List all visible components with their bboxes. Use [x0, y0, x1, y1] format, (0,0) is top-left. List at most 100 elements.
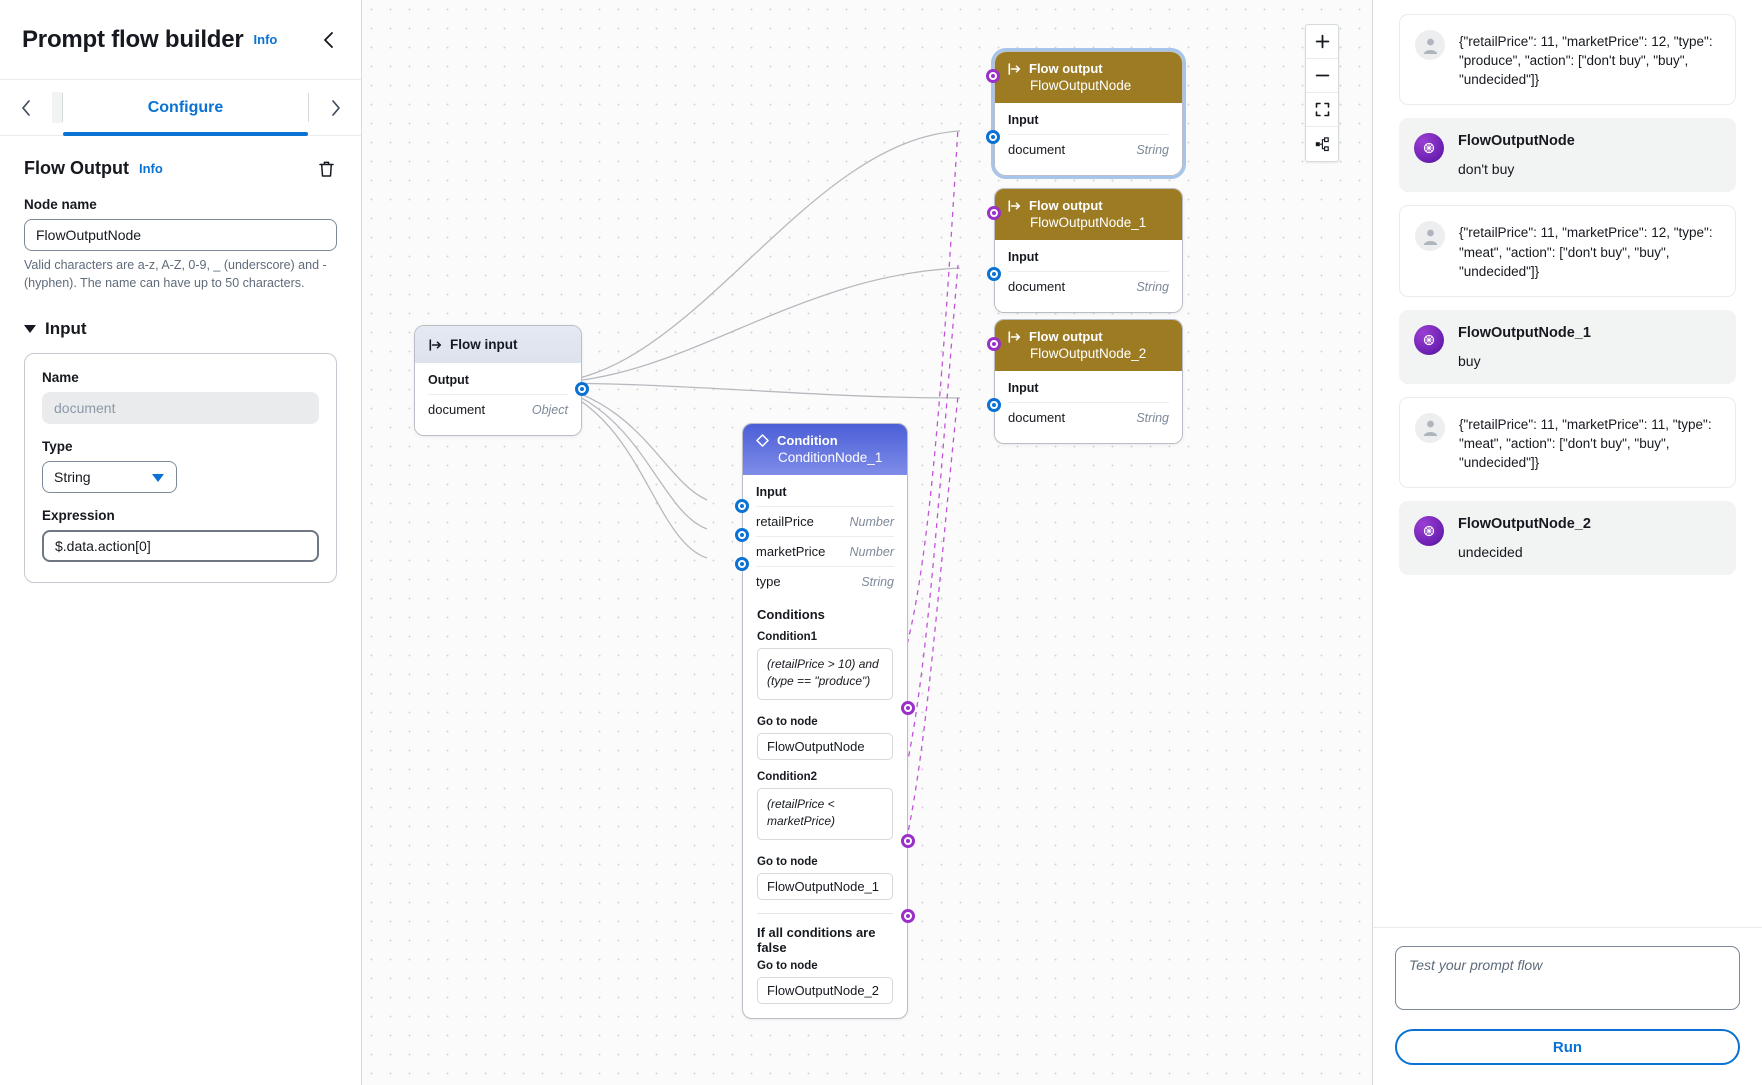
collapse-panel-icon[interactable]	[315, 27, 341, 53]
tab-configure[interactable]: Configure	[63, 80, 308, 136]
flow-output-0-port-type: String	[1136, 142, 1169, 157]
condition-port-type[interactable]	[735, 557, 749, 571]
condition-input-type-0: Number	[849, 514, 894, 529]
node-flow-output-0[interactable]: Flow output FlowOutputNode Input documen…	[986, 48, 1186, 179]
zoom-in-icon[interactable]	[1306, 25, 1338, 59]
flow-output-0-port-row: document String	[1008, 134, 1169, 164]
flow-output-2-input-port[interactable]	[987, 398, 1001, 412]
tabs-next-icon[interactable]	[309, 80, 361, 135]
trash-icon[interactable]	[315, 158, 337, 180]
page-title: Prompt flow builder	[22, 25, 244, 53]
flow-output-2-port-name: document	[1008, 410, 1066, 425]
canvas-toolbar	[1305, 24, 1339, 162]
flow-output-1-input-port[interactable]	[987, 267, 1001, 281]
condition2-label: Condition2	[757, 771, 818, 783]
conditions-title: Conditions	[757, 607, 825, 622]
condition-fallback-output-port[interactable]	[901, 909, 915, 923]
node-flow-output-2[interactable]: Flow output FlowOutputNode_2 Input docum…	[987, 319, 1183, 444]
flow-output-icon	[1008, 62, 1021, 75]
input-type-label: Type	[42, 438, 73, 454]
condition-input-row-1: marketPrice Number	[756, 536, 894, 566]
condition-input-name-1: marketPrice	[756, 544, 826, 559]
chat-bot-block: FlowOutputNode_2 undecided	[1458, 516, 1591, 560]
test-panel-footer: Run	[1373, 927, 1762, 1085]
flow-output-2-input-label: Input	[1008, 381, 1039, 395]
flow-output-0-kind: Flow output	[1029, 61, 1103, 76]
chat-bot-node-name: FlowOutputNode_2	[1458, 516, 1591, 533]
condition2-goto-input[interactable]	[757, 873, 893, 900]
flow-output-1-port-name: document	[1008, 279, 1066, 294]
condition-fallback-goto-input[interactable]	[757, 977, 893, 1004]
condition-name: ConditionNode_1	[778, 450, 883, 465]
condition2-output-port[interactable]	[901, 834, 915, 848]
chat-message-text: {"retailPrice": 11, "marketPrice": 12, "…	[1459, 34, 1713, 88]
flow-output-1-port-row: document String	[1008, 271, 1169, 301]
select-chevron-down-icon	[152, 473, 164, 482]
zoom-out-icon[interactable]	[1306, 59, 1338, 93]
section-title: Flow Output	[24, 158, 129, 178]
user-avatar-icon	[1415, 412, 1445, 443]
condition-fallback-label: If all conditions are false	[757, 925, 876, 955]
chat-message-bot-3: FlowOutputNode_1 buy	[1399, 309, 1736, 384]
chat-bot-block: FlowOutputNode_1 buy	[1458, 325, 1591, 369]
condition1-goto-label: Go to node	[757, 716, 818, 728]
sidebar-header: Prompt flow builder Info	[0, 0, 361, 80]
condition1-expression[interactable]: (retailPrice > 10) and (type == "produce…	[757, 648, 893, 700]
bedrock-avatar-icon	[1414, 133, 1444, 164]
sidebar-tabs: Configure	[0, 80, 361, 136]
header-info-link[interactable]: Info	[254, 32, 278, 47]
prompt-flow-builder-app: Prompt flow builder Info Configure Flow …	[0, 0, 1762, 1085]
condition-input-name-0: retailPrice	[756, 514, 814, 529]
input-group-toggle[interactable]: Input	[24, 319, 337, 339]
bedrock-avatar-icon	[1414, 516, 1444, 547]
flow-output-0-condition-port[interactable]	[986, 69, 1000, 83]
tabs-prev-icon[interactable]	[0, 80, 52, 135]
flow-output-1-kind: Flow output	[1029, 198, 1103, 213]
flow-input-icon	[429, 338, 442, 351]
chat-message-user-2: {"retailPrice": 11, "marketPrice": 12, "…	[1399, 205, 1736, 297]
user-avatar-icon	[1415, 221, 1445, 252]
chat-message-user-4: {"retailPrice": 11, "marketPrice": 11, "…	[1399, 396, 1736, 489]
condition-rules-section: Conditions Condition1 (retailPrice > 10)…	[743, 596, 907, 1018]
node-flow-input[interactable]: Flow input Output document Object	[414, 325, 589, 436]
auto-layout-icon[interactable]	[1306, 127, 1338, 161]
condition-port-retailprice[interactable]	[735, 499, 749, 513]
node-condition[interactable]: Condition ConditionNode_1 Input retailPr…	[735, 423, 915, 1019]
flow-output-0-input-port[interactable]	[986, 130, 1000, 144]
node-name-hint: Valid characters are a-z, A-Z, 0-9, _ (u…	[24, 258, 327, 290]
chat-message-list[interactable]: {"retailPrice": 11, "marketPrice": 12, "…	[1373, 0, 1762, 927]
condition1-output-port[interactable]	[901, 701, 915, 715]
condition-input-label: Input	[756, 485, 787, 499]
input-name-label: Name	[42, 369, 79, 385]
run-button[interactable]: Run	[1395, 1029, 1740, 1065]
condition2-expression[interactable]: (retailPrice < marketPrice)	[757, 788, 893, 840]
test-prompt-input[interactable]	[1395, 946, 1740, 1010]
flow-output-2-condition-port[interactable]	[987, 337, 1001, 351]
condition1-goto-input[interactable]	[757, 733, 893, 760]
input-type-value: String	[54, 468, 91, 485]
condition-header: Condition ConditionNode_1	[743, 424, 907, 475]
condition-input-type-2: String	[861, 574, 894, 589]
node-name-input[interactable]	[24, 219, 337, 251]
flow-input-port-name: document	[428, 402, 486, 417]
flow-output-1-condition-port[interactable]	[987, 206, 1001, 220]
user-avatar-icon	[1415, 30, 1445, 60]
flow-output-2-port-type: String	[1136, 410, 1169, 425]
section-info-link[interactable]: Info	[139, 161, 163, 176]
flow-input-output-port[interactable]	[575, 382, 589, 396]
input-expression-field[interactable]	[42, 529, 319, 562]
fit-screen-icon[interactable]	[1306, 93, 1338, 127]
chat-bot-answer: undecided	[1458, 544, 1523, 561]
sidebar-content: Flow Output Info Node name Valid charact…	[0, 136, 361, 1085]
flow-output-0-header: Flow output FlowOutputNode	[995, 52, 1182, 103]
test-panel: {"retailPrice": 11, "marketPrice": 12, "…	[1372, 0, 1762, 1085]
chat-message-user-0: {"retailPrice": 11, "marketPrice": 12, "…	[1399, 14, 1736, 106]
flow-output-2-header: Flow output FlowOutputNode_2	[995, 320, 1182, 371]
flow-output-icon	[1008, 199, 1021, 212]
condition-input-type-1: Number	[849, 544, 894, 559]
node-flow-output-1[interactable]: Flow output FlowOutputNode_1 Input docum…	[987, 188, 1183, 313]
flow-canvas[interactable]: Flow input Output document Object Flow o…	[362, 0, 1372, 1085]
flow-output-icon	[1008, 330, 1021, 343]
bedrock-avatar-icon	[1414, 324, 1444, 355]
condition-port-marketprice[interactable]	[735, 528, 749, 542]
